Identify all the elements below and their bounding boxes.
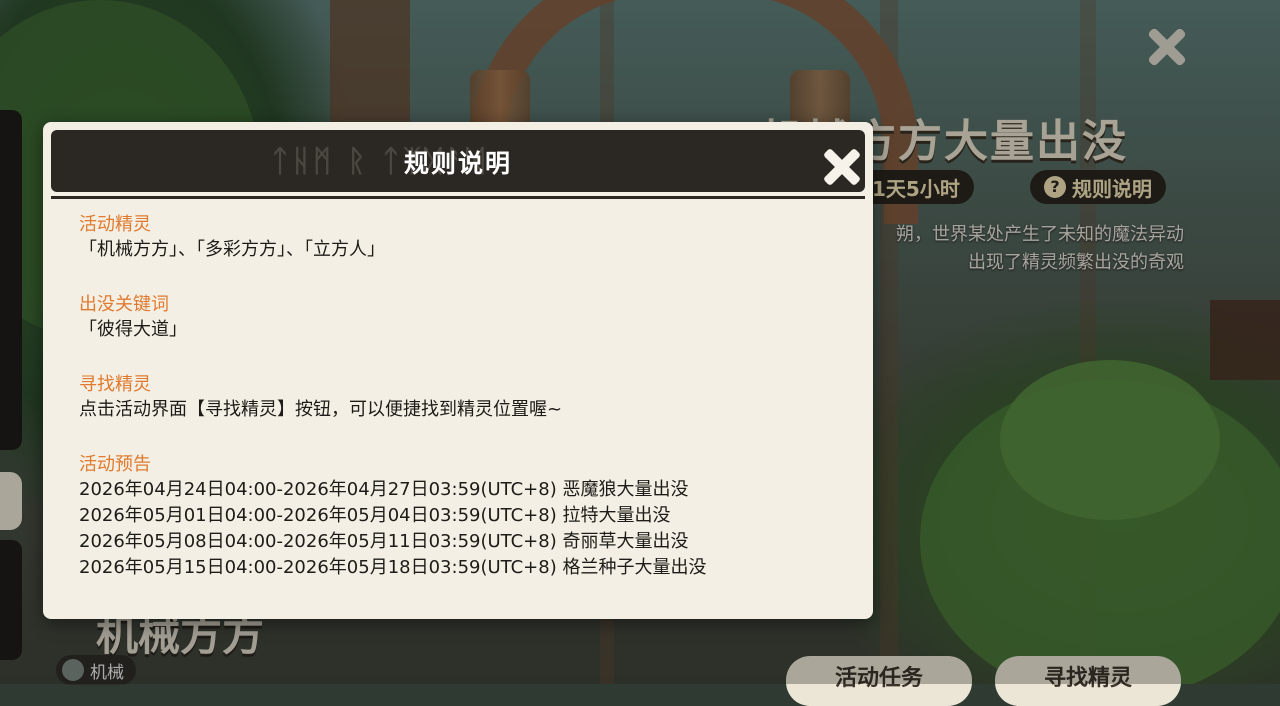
schedule-line: 2026年05月01日04:00-2026年05月04日03:59(UTC+8)… [79,505,671,526]
section-heading: 出没关键词 [79,294,169,315]
section-line: 「彼得大道」 [79,319,187,340]
section-heading: 活动预告 [79,454,151,475]
rules-modal: ᛏᚺᛗ ᚱ ᛏᛉᛞᚨᛞ 规则说明 活动精灵 「机械方方」、「多彩方方」、「立方人… [43,122,873,619]
section-heading: 活动精灵 [79,214,151,235]
section-line: 点击活动界面【寻找精灵】按钮，可以便捷找到精灵位置喔~ [79,399,563,420]
modal-title: 规则说明 [403,149,512,178]
close-icon[interactable] [823,148,861,186]
schedule-line: 2026年05月08日04:00-2026年05月11日03:59(UTC+8)… [79,531,689,552]
header-divider [51,196,865,199]
section-preview: 活动预告 2026年04月24日04:00-2026年04月27日03:59(U… [79,452,843,581]
rules-content: 活动精灵 「机械方方」、「多彩方方」、「立方人」 出没关键词 「彼得大道」 寻找… [79,212,843,610]
section-activity-spirits: 活动精灵 「机械方方」、「多彩方方」、「立方人」 [79,212,843,263]
schedule-line: 2026年04月24日04:00-2026年04月27日03:59(UTC+8)… [79,479,689,500]
schedule-line: 2026年05月15日04:00-2026年05月18日03:59(UTC+8)… [79,557,707,578]
section-keywords: 出没关键词 「彼得大道」 [79,292,843,343]
section-find-spirits: 寻找精灵 点击活动界面【寻找精灵】按钮，可以便捷找到精灵位置喔~ [79,372,843,423]
modal-header: ᛏᚺᛗ ᚱ ᛏᛉᛞᚨᛞ 规则说明 [51,130,865,192]
section-heading: 寻找精灵 [79,374,151,395]
section-line: 「机械方方」、「多彩方方」、「立方人」 [79,239,385,260]
